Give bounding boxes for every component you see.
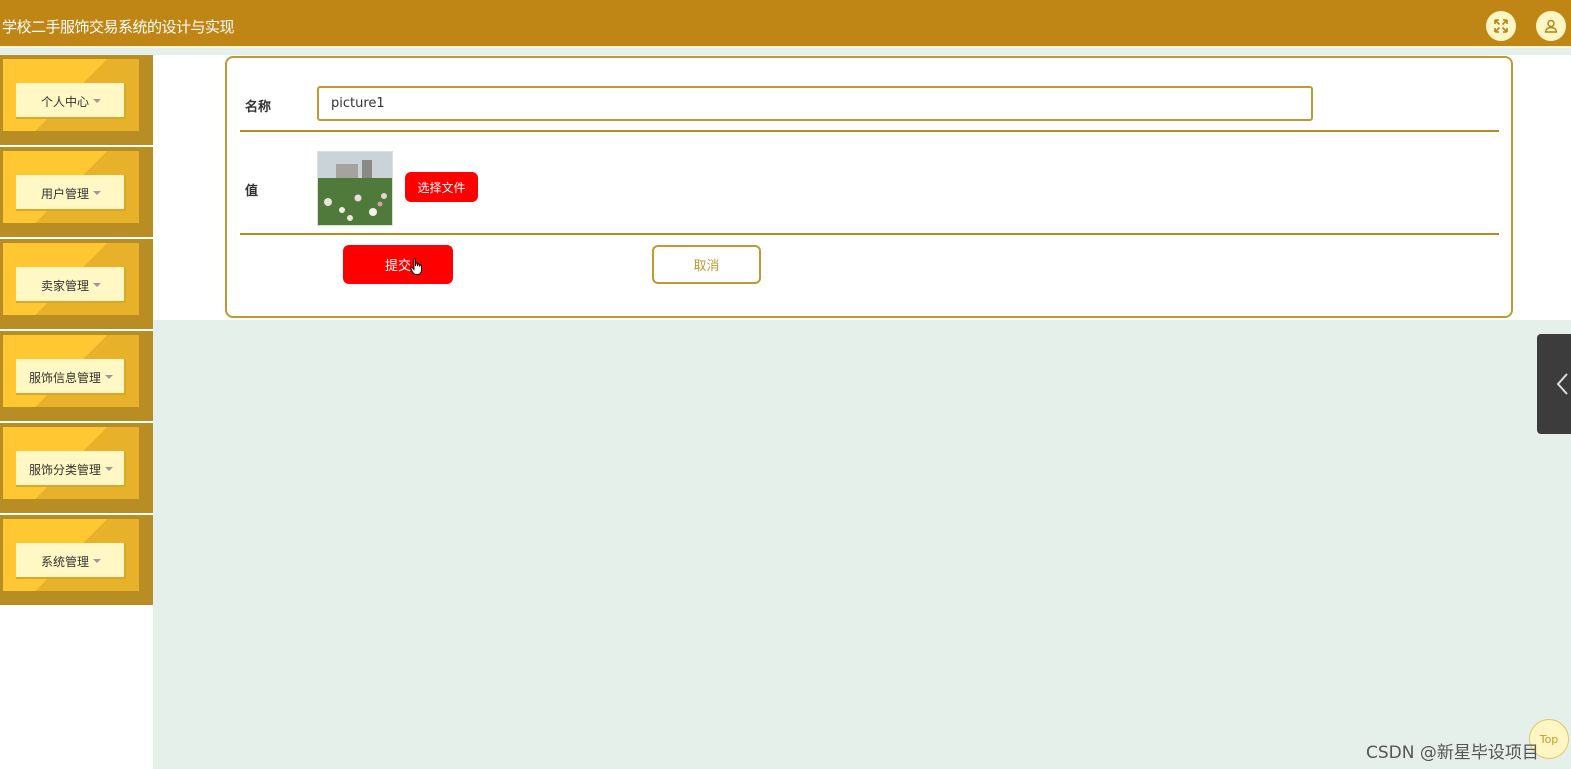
- expand-icon: [1494, 19, 1508, 33]
- sidebar-item-label: 服饰信息管理: [28, 370, 101, 385]
- sidebar-item-box[interactable]: 服饰信息管理: [16, 359, 126, 395]
- sidebar-item-box[interactable]: 个人中心: [16, 83, 126, 119]
- sidebar-item-box[interactable]: 用户管理: [16, 175, 126, 211]
- sidebar-item-box[interactable]: 卖家管理: [16, 267, 126, 303]
- app-title: 学校二手服饰交易系统的设计与实现: [2, 18, 235, 36]
- sidebar-item-clothing-info[interactable]: 服饰信息管理: [0, 331, 153, 421]
- row-divider: [240, 233, 1499, 235]
- name-label: 名称: [245, 100, 272, 115]
- sidebar-item-label: 用户管理: [40, 186, 89, 201]
- sidebar-item-system-management[interactable]: 系统管理: [0, 515, 153, 605]
- user-button[interactable]: [1536, 11, 1566, 41]
- caret-down-icon: [93, 191, 101, 195]
- sidebar-item-label: 个人中心: [40, 94, 89, 109]
- chevron-left-icon: [1556, 373, 1568, 395]
- sidebar-item-seller-management[interactable]: 卖家管理: [0, 239, 153, 329]
- submit-button[interactable]: 提交: [343, 245, 453, 284]
- sidebar-item-box[interactable]: 服饰分类管理: [16, 451, 126, 487]
- fullscreen-button[interactable]: [1486, 11, 1516, 41]
- caret-down-icon: [93, 99, 101, 103]
- side-drawer-toggle[interactable]: [1537, 334, 1571, 434]
- sidebar-item-box[interactable]: 系统管理: [16, 543, 126, 579]
- value-label: 值: [245, 184, 259, 199]
- sidebar-item-label: 卖家管理: [40, 278, 89, 293]
- sidebar-item-user-management[interactable]: 用户管理: [0, 147, 153, 237]
- cancel-button[interactable]: 取消: [652, 245, 761, 284]
- caret-down-icon: [105, 375, 113, 379]
- caret-down-icon: [93, 559, 101, 563]
- sidebar-item-label: 系统管理: [40, 554, 89, 569]
- sidebar-item-clothing-category[interactable]: 服饰分类管理: [0, 423, 153, 513]
- user-icon: [1544, 19, 1558, 33]
- sidebar-item-personal-center[interactable]: 个人中心: [0, 55, 153, 145]
- name-input[interactable]: picture1: [317, 86, 1313, 121]
- row-divider: [240, 130, 1499, 132]
- photo-thumbnail-icon: [318, 152, 392, 225]
- choose-file-button[interactable]: 选择文件: [405, 172, 478, 202]
- top-bar: 学校二手服饰交易系统的设计与实现: [0, 0, 1571, 48]
- watermark-text: CSDN @新星毕设项目: [1366, 743, 1539, 763]
- image-preview: [317, 151, 393, 226]
- sidebar-item-label: 服饰分类管理: [28, 462, 101, 477]
- sidebar: 个人中心 用户管理 卖家管理 服饰信息管理 服饰分类管理 系统管理: [0, 55, 153, 769]
- caret-down-icon: [93, 283, 101, 287]
- caret-down-icon: [105, 467, 113, 471]
- hand-pointer-icon: [410, 258, 422, 275]
